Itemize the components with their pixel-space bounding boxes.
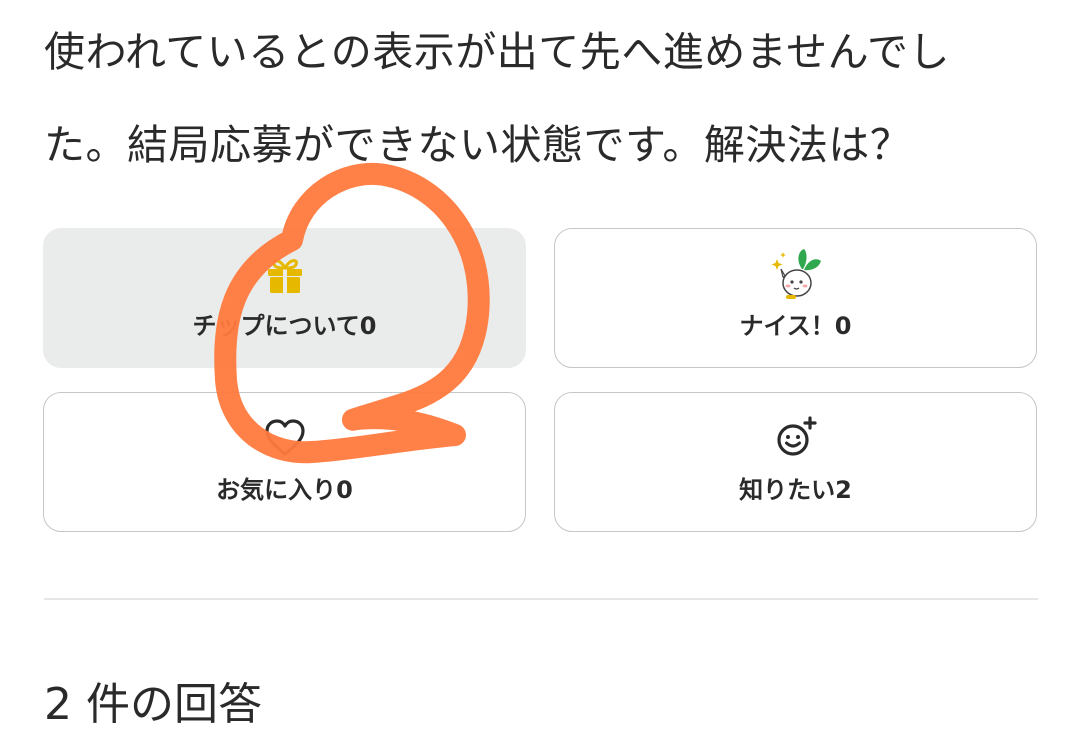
question-text: 使われているとの表示が出て先へ進めませんでし た。結局応募ができない状態です。解…: [44, 6, 1044, 192]
want-to-know-button[interactable]: 知りたい2: [554, 392, 1037, 532]
favorite-button-label: お気に入り0: [216, 476, 353, 504]
nice-button-label: ナイス！0: [739, 312, 852, 340]
tip-button-label: チップについて0: [192, 312, 377, 340]
gift-icon: [267, 259, 302, 293]
answers-count-heading: 2 件の回答: [44, 679, 262, 730]
question-line: 使われているとの表示が出て先へ進めませんでし: [44, 28, 951, 76]
nice-button[interactable]: ナイス！0: [554, 228, 1037, 368]
question-line: た。結局応募ができない状態です。解決法は？: [44, 121, 912, 169]
want-to-know-button-label: 知りたい2: [739, 476, 852, 504]
rabbit-mascot-icon: [771, 249, 821, 299]
smiley-plus-icon: [776, 416, 817, 456]
divider: [44, 598, 1038, 600]
favorite-button[interactable]: お気に入り0: [43, 392, 526, 532]
heart-icon: [264, 419, 305, 456]
tip-button[interactable]: チップについて0: [43, 228, 526, 368]
